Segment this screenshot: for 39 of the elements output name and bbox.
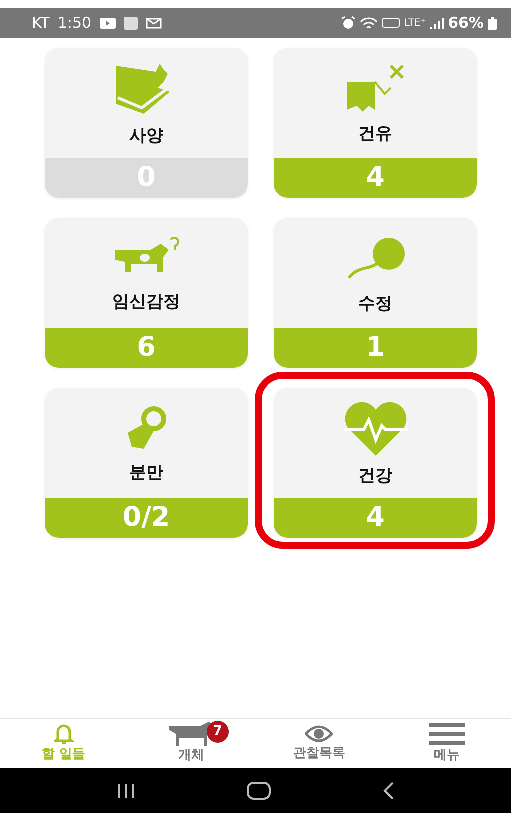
task-count: 4 (274, 158, 477, 198)
nav-tab[interactable]: 개체 7 (128, 719, 256, 768)
task-card[interactable]: 수정 1 (274, 218, 477, 368)
task-card[interactable]: 건강 4 (274, 388, 477, 538)
task-label: 건강 (358, 465, 392, 488)
task-count: 4 (274, 498, 477, 538)
battery-icon (488, 16, 497, 30)
notification-badge: 7 (206, 721, 229, 743)
app-notification-icon (124, 16, 138, 30)
video-icon (100, 18, 116, 28)
menu-icon (429, 722, 466, 746)
task-count: 0/2 (45, 498, 248, 538)
bell-icon (54, 722, 74, 745)
recent-apps-icon[interactable] (116, 782, 136, 798)
time-text: 1:50 (58, 12, 92, 34)
battery-text: 66% (448, 12, 484, 34)
network-text: LTE⁺ (404, 16, 426, 30)
wifi-icon (360, 16, 378, 30)
carrier-text: KT (32, 12, 50, 34)
hd-icon (382, 18, 400, 28)
eye-icon (305, 724, 334, 744)
signal-icon (430, 17, 444, 29)
home-icon[interactable] (247, 782, 272, 800)
task-card[interactable]: 분만 0/2 (45, 388, 248, 538)
task-count: 1 (274, 328, 477, 368)
task-label: 수정 (358, 293, 392, 316)
task-card[interactable]: 임신감정 6 (45, 218, 248, 368)
alarm-icon (341, 16, 356, 30)
task-label: 건유 (358, 123, 392, 146)
nav-tab[interactable]: 관찰목록 (256, 719, 384, 768)
mail-icon (146, 18, 162, 28)
task-count: 6 (45, 328, 248, 368)
task-label: 임신감정 (112, 291, 180, 314)
task-label: 사양 (130, 125, 164, 148)
nav-tab[interactable]: 메뉴 (383, 719, 511, 768)
task-card[interactable]: 건유 4 (274, 48, 477, 198)
task-label: 분만 (130, 462, 164, 486)
heartbeat-icon (342, 402, 410, 458)
back-icon[interactable] (383, 782, 396, 800)
